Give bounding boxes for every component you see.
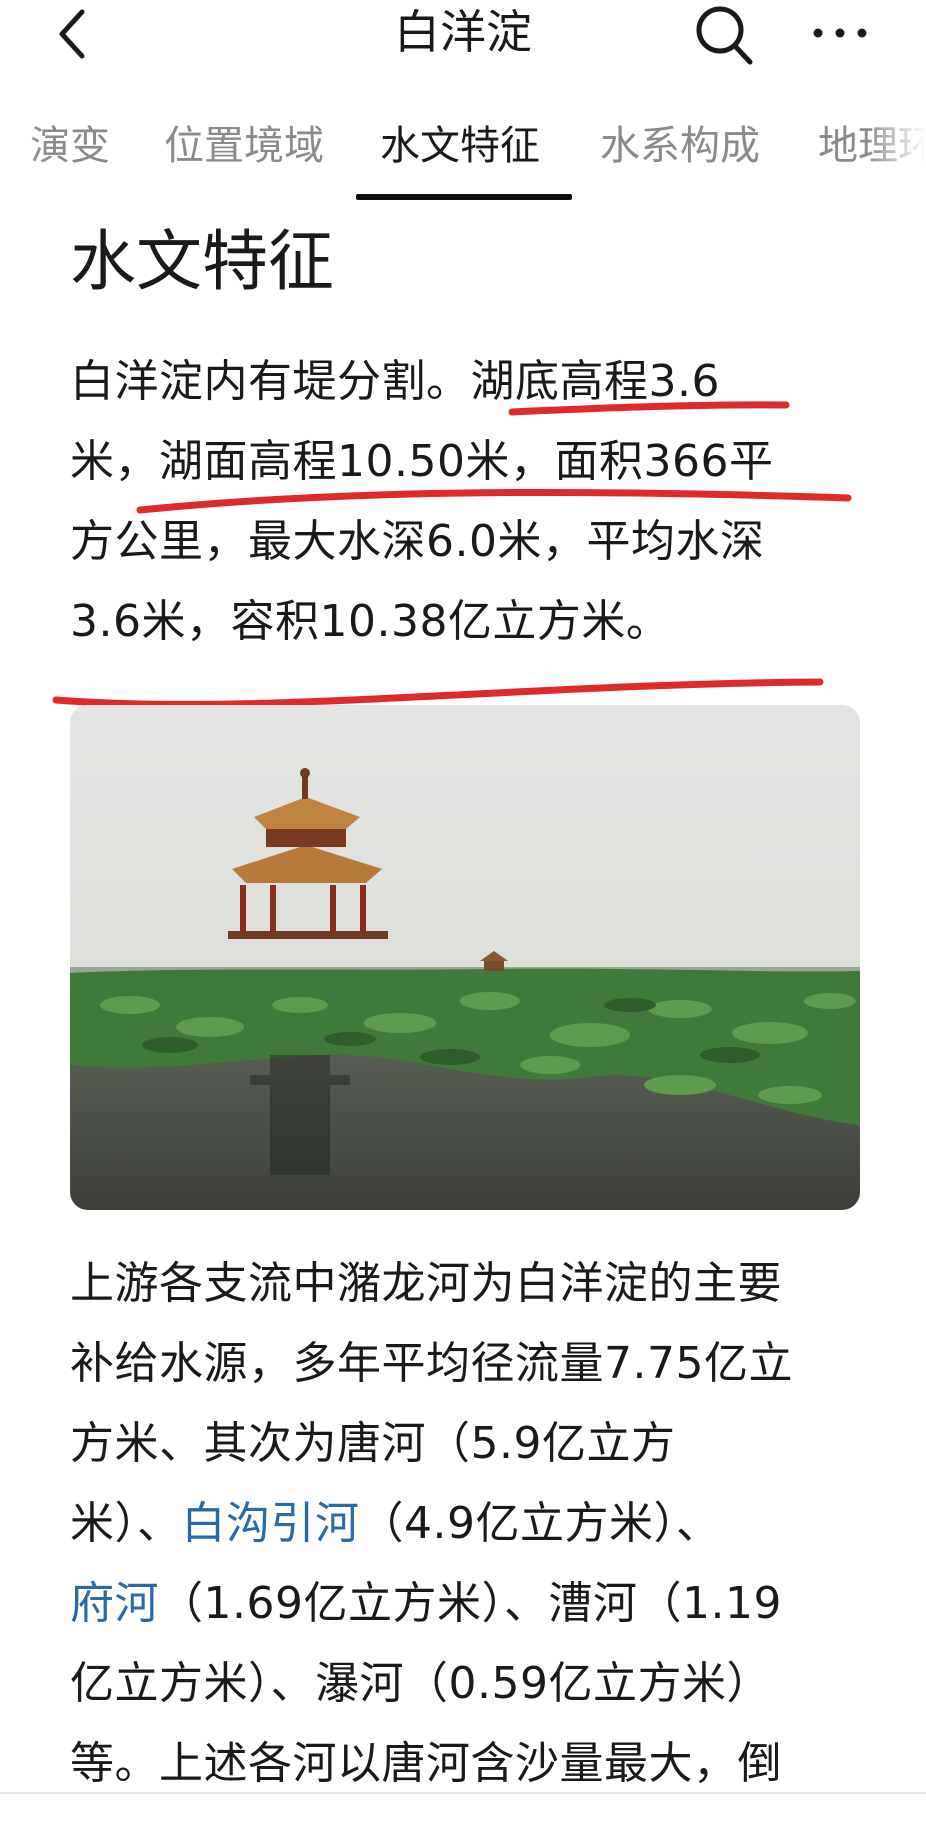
paragraph-line: 白洋淀内有堤分割。湖底高程3.6 <box>70 356 720 407</box>
more-horizontal-icon <box>813 28 867 38</box>
paragraph-line: 3.6米，容积10.38亿立方米。 <box>70 596 671 647</box>
paragraph-line: 上游各支流中潴龙河为白洋淀的主要 <box>70 1258 782 1309</box>
paragraph-line: 补给水源，多年平均径流量7.75亿立 <box>70 1338 793 1389</box>
photo-illustration <box>70 705 860 1210</box>
section-heading: 水文特征 <box>70 223 334 300</box>
paragraph-line: 米，湖面高程10.50米，面积366平 <box>70 436 774 487</box>
paragraph-line: 方米、其次为唐河（5.9亿立方 <box>70 1418 676 1469</box>
bottom-divider <box>0 1792 926 1794</box>
tabs-fade-right <box>866 100 926 200</box>
search-icon <box>696 6 753 65</box>
red-underline-3 <box>52 678 824 708</box>
section-tabs: 演变 位置境域 水文特征 水系构成 地理环 <box>0 100 926 200</box>
paragraph-line: 方公里，最大水深6.0米，平均水深 <box>70 516 765 567</box>
text-segment: （4.9亿立方米）、 <box>359 1498 721 1549</box>
active-tab-indicator <box>356 194 572 200</box>
page-title: 白洋淀 <box>394 5 532 59</box>
more-button[interactable] <box>808 8 872 58</box>
tab-evolution[interactable]: 演变 <box>30 118 110 174</box>
tabs-fade-left <box>0 100 40 200</box>
bottom-fade <box>0 1796 926 1824</box>
paragraph-line: 府河（1.69亿立方米）、漕河（1.19 <box>70 1564 870 1644</box>
top-bar: 白洋淀 <box>0 0 926 70</box>
text-segment: 米）、 <box>70 1498 182 1549</box>
baigou-river-link[interactable]: 白沟引河 <box>182 1498 360 1549</box>
tab-location[interactable]: 位置境域 <box>164 118 324 174</box>
fu-river-link[interactable]: 府河 <box>70 1578 159 1629</box>
tab-water-system[interactable]: 水系构成 <box>600 118 760 174</box>
tab-hydrology[interactable]: 水文特征 <box>380 118 540 174</box>
lotus-lake-pavilion-image[interactable] <box>70 705 860 1210</box>
search-button[interactable] <box>690 2 760 68</box>
text-segment: （1.69亿立方米）、漕河（1.19 <box>159 1578 782 1629</box>
hydrology-paragraph: 白洋淀内有堤分割。湖底高程3.6 米，湖面高程10.50米，面积366平 方公里… <box>70 342 860 662</box>
paragraph-line: 米）、白沟引河（4.9亿立方米）、 <box>70 1484 870 1564</box>
paragraph-line: 亿立方米）、瀑河（0.59亿立方米） <box>70 1658 771 1709</box>
tributaries-paragraph: 上游各支流中潴龙河为白洋淀的主要 补给水源，多年平均径流量7.75亿立 方米、其… <box>70 1244 870 1804</box>
